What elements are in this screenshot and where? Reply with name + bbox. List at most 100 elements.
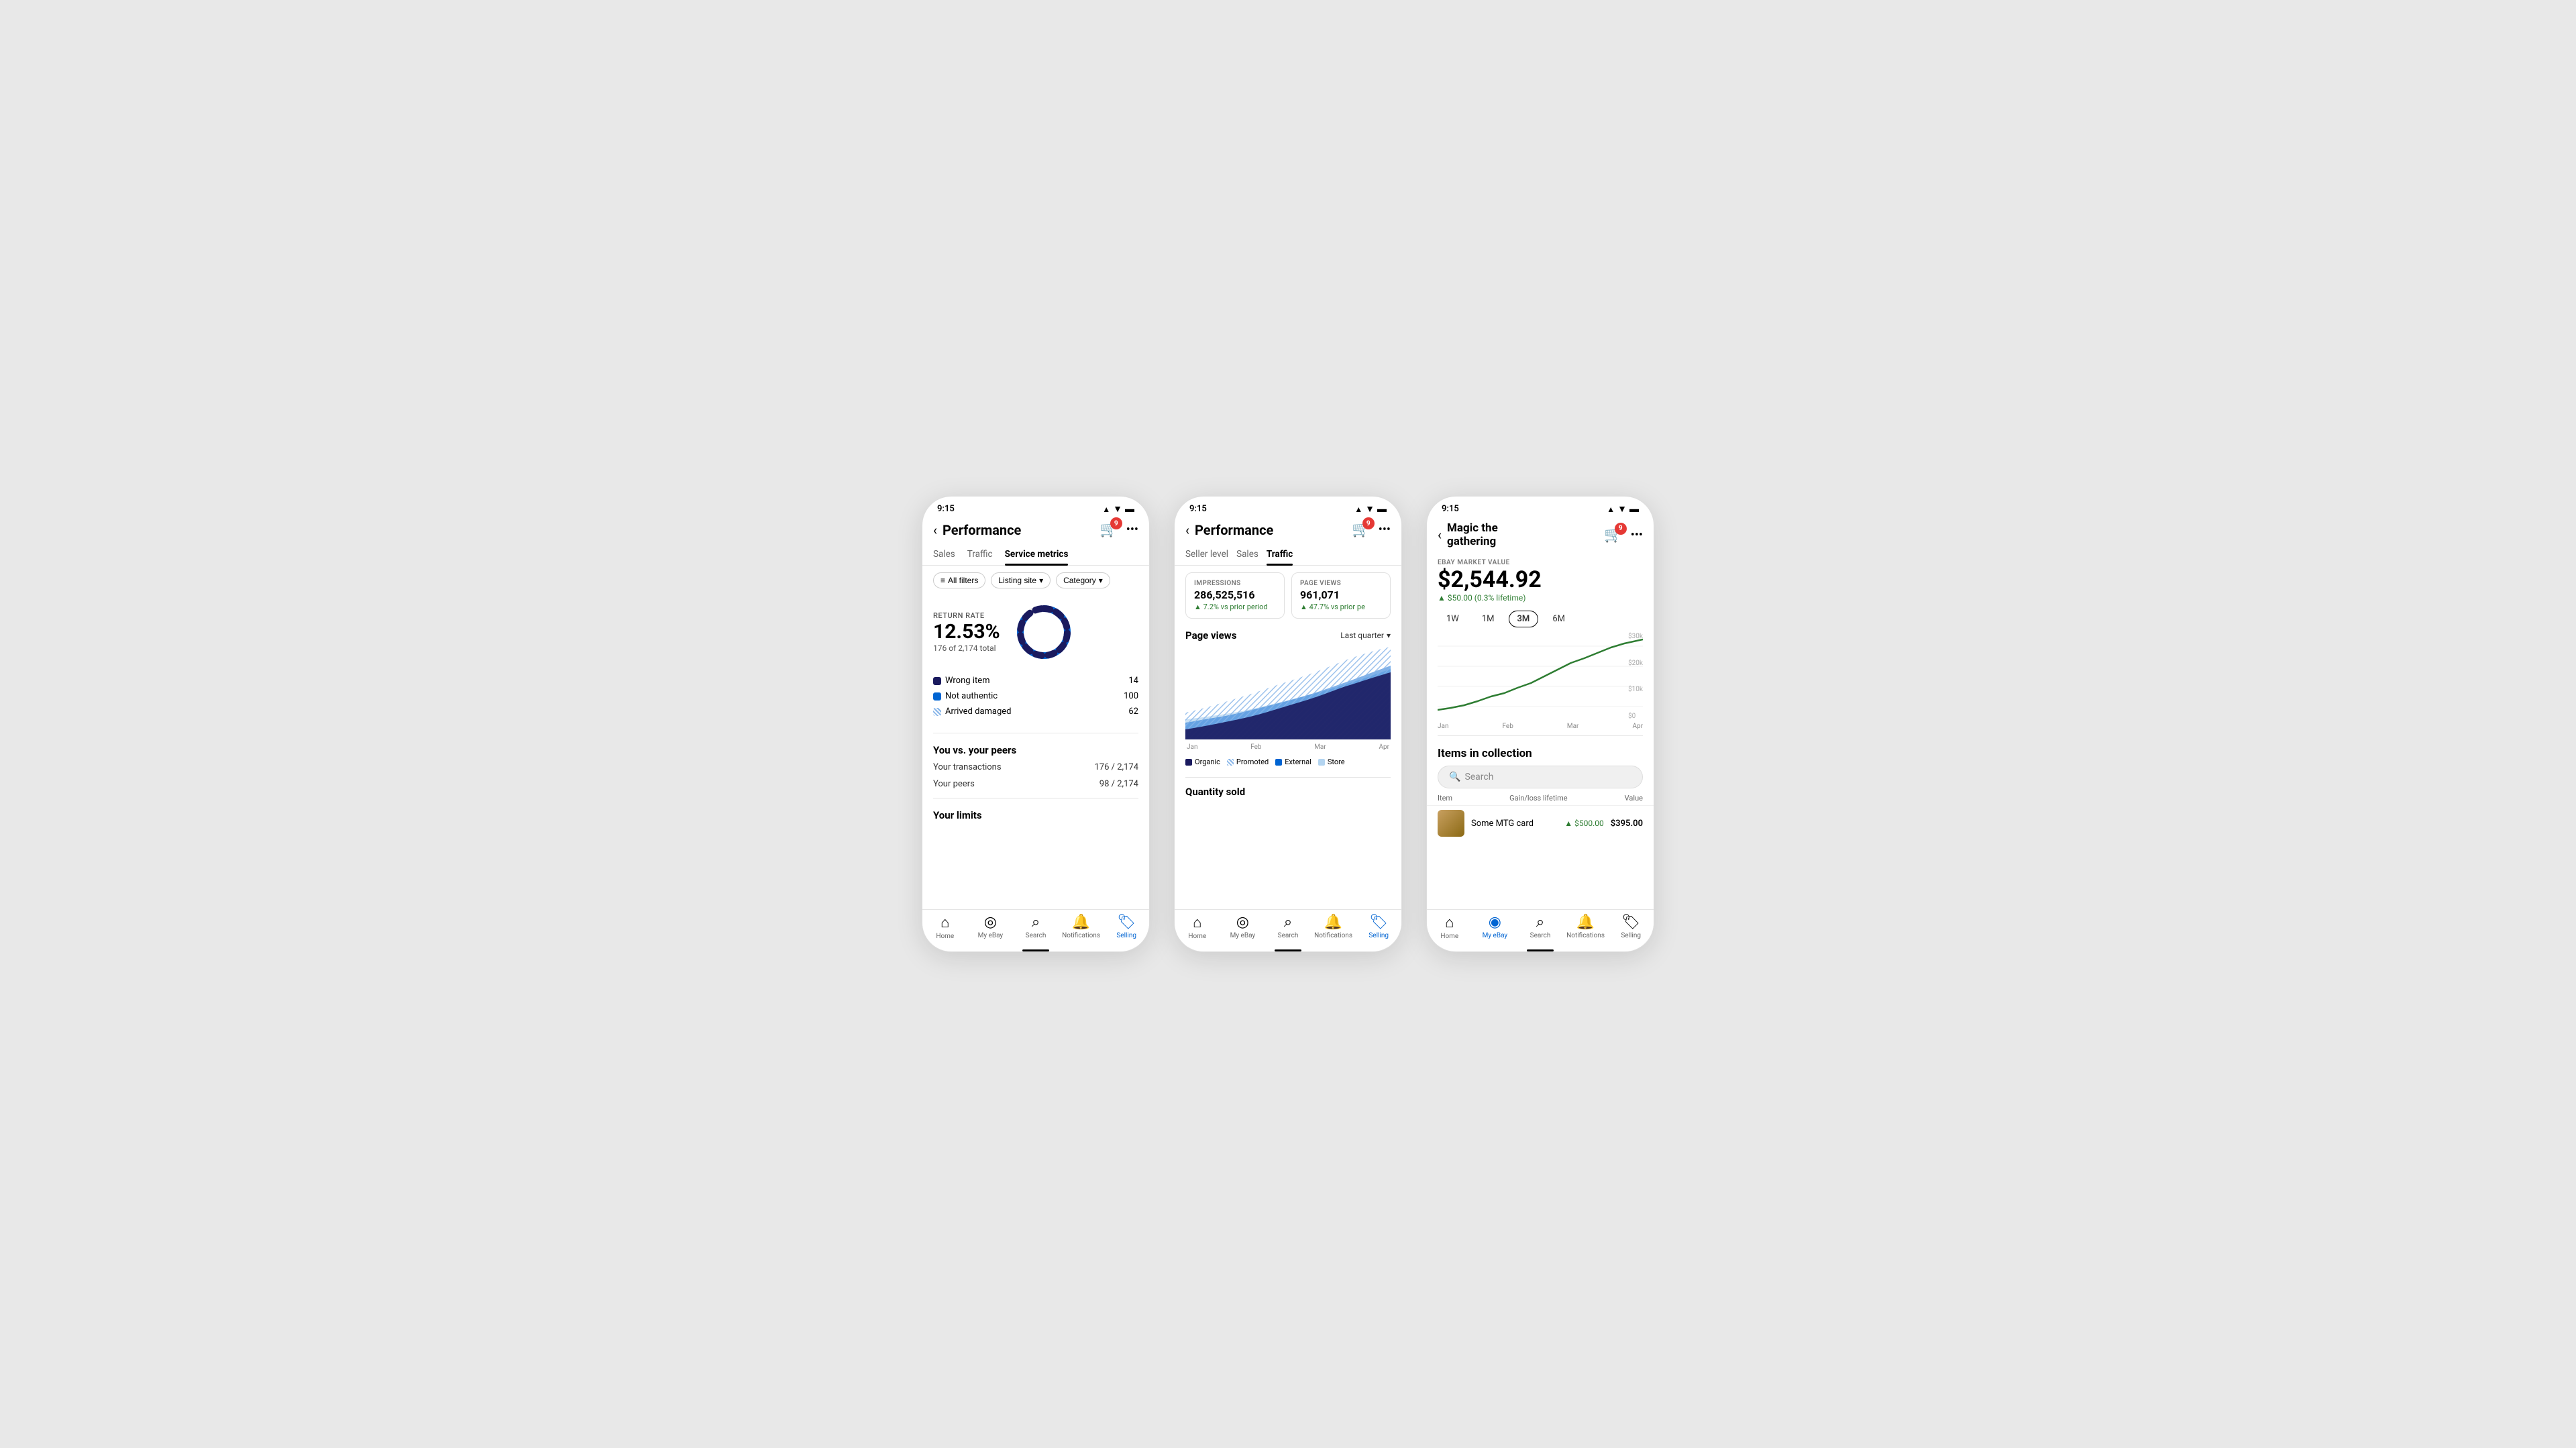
category-btn[interactable]: Category ▾ <box>1056 572 1110 588</box>
nav-search-3[interactable]: ⌕ Search <box>1517 914 1563 940</box>
search-label-1: Search <box>1026 932 1046 939</box>
content-1: ≡ All filters Listing site ▾ Category ▾ … <box>922 566 1149 909</box>
cart-wrapper-2[interactable]: 🛒 9 <box>1352 521 1370 538</box>
listing-site-btn[interactable]: Listing site ▾ <box>991 572 1051 588</box>
search-label-2: Search <box>1278 932 1299 939</box>
item-thumb-1 <box>1438 810 1464 837</box>
impressions-label: IMPRESSIONS <box>1194 580 1276 587</box>
selling-icon-3: 🏷 <box>1621 914 1640 931</box>
qty-title: Quantity sold <box>1175 783 1401 798</box>
chart-title-2: Page views <box>1185 629 1236 641</box>
page-title-2: Performance <box>1195 522 1352 538</box>
legend-label-store: Store <box>1328 758 1345 766</box>
donut-chart <box>1014 602 1074 662</box>
divider-2a <box>1185 777 1391 778</box>
nav-search-2[interactable]: ⌕ Search <box>1265 914 1311 940</box>
nav-home-1[interactable]: ⌂ Home <box>922 914 968 940</box>
time-3: 9:15 <box>1442 504 1459 514</box>
rate-label: RETURN RATE <box>933 611 1000 620</box>
nav-notif-2[interactable]: 🔔 Notifications <box>1311 914 1356 940</box>
time-tab-1m[interactable]: 1M <box>1473 611 1503 627</box>
cart-badge-2: 9 <box>1362 517 1375 529</box>
chevron-icon-1: ▾ <box>1039 576 1043 585</box>
reason-label-3: Arrived damaged <box>945 707 1012 717</box>
peers-title: You vs. your peers <box>922 739 1149 759</box>
peers-row: Your peers 98 / 2,174 <box>922 776 1149 792</box>
selling-icon-1: 🏷 <box>1117 914 1136 931</box>
page-title-3: Magic the gathering <box>1447 521 1604 548</box>
home-icon-2: ⌂ <box>1193 914 1201 931</box>
tab-service-1[interactable]: Service metrics <box>1005 544 1069 565</box>
nav-myebay-2[interactable]: ◎ My eBay <box>1220 914 1266 940</box>
time-tab-6m[interactable]: 6M <box>1544 611 1574 627</box>
pageviews-card: PAGE VIEWS 961,071 ▲ 47.7% vs prior pe <box>1291 572 1391 619</box>
search-icon-1: ⌕ <box>1032 914 1040 931</box>
nav-selling-3[interactable]: 🏷 Selling <box>1608 914 1654 940</box>
chart-labels-2: Jan Feb Mar Apr <box>1185 743 1391 751</box>
cart-wrapper-1[interactable]: 🛒 9 <box>1099 521 1118 538</box>
impressions-change: ▲ 7.2% vs prior period <box>1194 603 1276 611</box>
status-bar-3: 9:15 ▲ ▼ ▬ <box>1427 497 1654 517</box>
collection-title: Items in collection <box>1427 741 1654 763</box>
impressions-value: 286,525,516 <box>1194 588 1276 601</box>
dot-2 <box>933 692 941 701</box>
signal-icon-1: ▲ <box>1102 505 1110 514</box>
pageviews-label: PAGE VIEWS <box>1300 580 1382 587</box>
phone-2: 9:15 ▲ ▼ ▬ ‹ Performance 🛒 9 ••• Seller … <box>1174 496 1402 952</box>
signal-icon-2: ▲ <box>1354 505 1362 514</box>
chart-filter-2[interactable]: Last quarter ▾ <box>1340 631 1391 640</box>
market-value: $2,544.92 <box>1427 566 1654 593</box>
legend-external: External <box>1275 758 1311 766</box>
battery-icon-3: ▬ <box>1629 503 1639 515</box>
cart-badge-3: 9 <box>1615 523 1627 535</box>
home-label-3: Home <box>1440 933 1458 940</box>
reason-label-1: Wrong item <box>945 676 990 686</box>
nav-search-1[interactable]: ⌕ Search <box>1013 914 1059 940</box>
tab-traffic-2[interactable]: Traffic <box>1267 544 1293 565</box>
tab-traffic-1[interactable]: Traffic <box>967 544 993 565</box>
market-label: EBAY MARKET VALUE <box>1427 554 1654 566</box>
cart-wrapper-3[interactable]: 🛒 9 <box>1604 527 1622 544</box>
nav-myebay-3[interactable]: ◉ My eBay <box>1472 914 1518 940</box>
all-filters-btn[interactable]: ≡ All filters <box>933 572 985 588</box>
nav-notif-1[interactable]: 🔔 Notifications <box>1059 914 1104 940</box>
myebay-label-3: My eBay <box>1483 932 1508 939</box>
more-icon-1[interactable]: ••• <box>1126 523 1138 537</box>
col-item: Item <box>1438 794 1452 803</box>
status-icons-2: ▲ ▼ ▬ <box>1354 503 1387 515</box>
nav-home-3[interactable]: ⌂ Home <box>1427 914 1472 940</box>
nav-notif-3[interactable]: 🔔 Notifications <box>1563 914 1609 940</box>
reason-val-1: 14 <box>1128 676 1138 686</box>
time-tab-3m[interactable]: 3M <box>1509 611 1539 627</box>
back-button-3[interactable]: ‹ <box>1438 527 1442 543</box>
notif-label-3: Notifications <box>1566 932 1605 939</box>
collection-row-1[interactable]: Some MTG card ▲ $500.00 $395.00 <box>1427 805 1654 841</box>
filter-icon: ≡ <box>941 576 945 585</box>
tab-sales-2[interactable]: Sales <box>1236 544 1258 565</box>
nav-selling-2[interactable]: 🏷 Selling <box>1356 914 1401 940</box>
time-tab-1w[interactable]: 1W <box>1438 611 1468 627</box>
nav-myebay-1[interactable]: ◎ My eBay <box>968 914 1014 940</box>
legend-dot-promoted <box>1227 759 1234 766</box>
nav-icons-1: 🛒 9 ••• <box>1099 521 1138 538</box>
item-gain-1: ▲ $500.00 <box>1564 819 1603 828</box>
nav-home-2[interactable]: ⌂ Home <box>1175 914 1220 940</box>
more-icon-2[interactable]: ••• <box>1379 523 1391 537</box>
back-button-1[interactable]: ‹ <box>933 522 937 538</box>
content-3: EBAY MARKET VALUE $2,544.92 ▲ $50.00 (0.… <box>1427 554 1654 909</box>
tab-sales-1[interactable]: Sales <box>933 544 955 565</box>
nav-selling-1[interactable]: 🏷 Selling <box>1104 914 1149 940</box>
line-chart <box>1438 633 1643 720</box>
legend-label-promoted: Promoted <box>1236 758 1269 766</box>
tabs-1: Sales Traffic Service metrics <box>922 544 1149 566</box>
search-icon-2: ⌕ <box>1284 914 1292 931</box>
home-icon-3: ⌂ <box>1445 914 1454 931</box>
col-gain: Gain/loss lifetime <box>1509 794 1567 803</box>
market-change: ▲ $50.00 (0.3% lifetime) <box>1427 593 1654 608</box>
donut-section: RETURN RATE 12.53% 176 of 2,174 total <box>922 595 1149 673</box>
tab-seller-2[interactable]: Seller level <box>1185 544 1228 565</box>
more-icon-3[interactable]: ••• <box>1631 528 1643 542</box>
back-button-2[interactable]: ‹ <box>1185 522 1189 538</box>
collection-search-input[interactable]: 🔍 Search <box>1438 766 1643 788</box>
search-label-3: Search <box>1530 932 1551 939</box>
